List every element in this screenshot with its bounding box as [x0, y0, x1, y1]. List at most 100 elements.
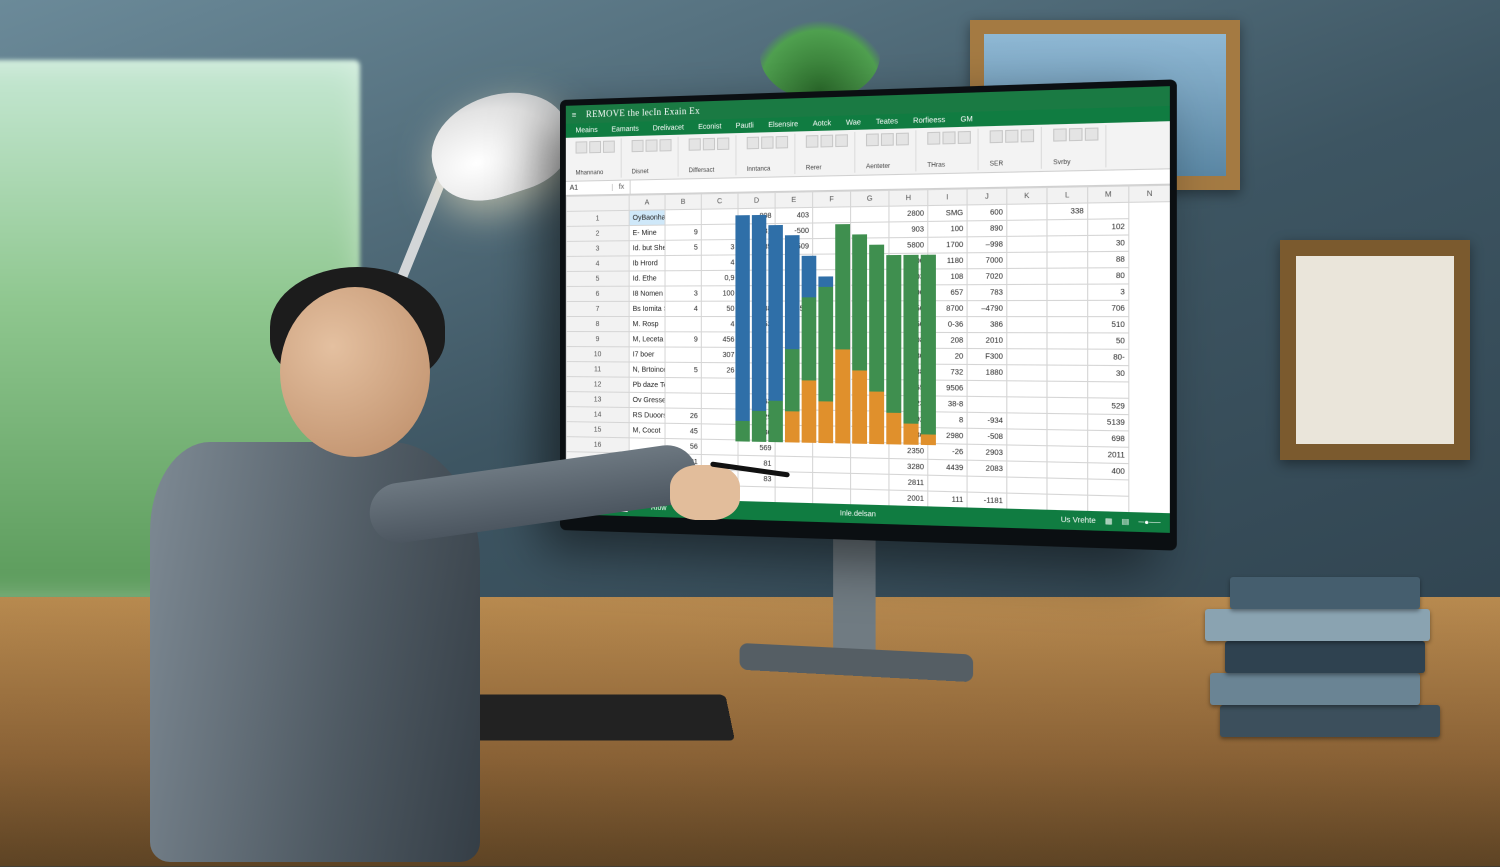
cell[interactable]: [813, 317, 851, 333]
name-box[interactable]: A1: [566, 184, 613, 192]
cell[interactable]: -1181: [967, 492, 1007, 509]
ribbon-button[interactable]: [646, 139, 658, 151]
cell[interactable]: [851, 348, 889, 364]
cell[interactable]: OyBaonhan: [629, 210, 665, 226]
cell[interactable]: [1007, 365, 1047, 381]
ribbon-button[interactable]: [703, 138, 715, 151]
cell[interactable]: 7020: [967, 268, 1007, 284]
cell[interactable]: [1047, 397, 1088, 414]
ribbon-button[interactable]: [1069, 128, 1083, 141]
cell[interactable]: 456: [701, 332, 738, 348]
cell[interactable]: [813, 379, 851, 395]
cell[interactable]: 50: [1088, 333, 1129, 349]
cell[interactable]: [813, 395, 851, 411]
cell[interactable]: [1007, 300, 1047, 316]
cell[interactable]: [1047, 365, 1088, 382]
menu-item-7[interactable]: Wae: [846, 119, 861, 127]
cell[interactable]: 400: [1088, 463, 1129, 480]
ribbon-button[interactable]: [1085, 127, 1099, 140]
cell[interactable]: [813, 270, 851, 286]
cell[interactable]: [1007, 317, 1047, 333]
cell[interactable]: [851, 317, 889, 333]
cell[interactable]: 338: [1047, 203, 1088, 220]
cell[interactable]: [775, 363, 813, 379]
cell[interactable]: 3: [1088, 284, 1129, 300]
cell[interactable]: 7000: [967, 252, 1007, 268]
cell[interactable]: [851, 301, 889, 317]
cell[interactable]: F-509: [775, 239, 813, 255]
col-header[interactable]: M: [1088, 186, 1129, 203]
cell[interactable]: 4: [665, 301, 701, 316]
cell[interactable]: [851, 458, 889, 475]
cell[interactable]: 8: [928, 412, 967, 429]
menu-item-8[interactable]: Teates: [876, 118, 898, 126]
cell[interactable]: [851, 442, 889, 458]
app-menu-icon[interactable]: ≡: [572, 110, 577, 119]
cell[interactable]: 5: [665, 362, 701, 378]
cell[interactable]: [851, 395, 889, 411]
ribbon-button[interactable]: [776, 136, 788, 149]
cell[interactable]: [813, 426, 851, 442]
cell[interactable]: [1007, 268, 1047, 284]
cell[interactable]: 20: [928, 348, 967, 364]
cell[interactable]: 30: [1088, 365, 1129, 382]
cell[interactable]: -26: [928, 443, 967, 460]
cell[interactable]: -F38: [889, 364, 928, 380]
cell[interactable]: 3429: [738, 409, 775, 425]
cell[interactable]: [813, 222, 851, 238]
cell[interactable]: Pb daze Tens: [629, 377, 665, 393]
menu-item-2[interactable]: Drelivacet: [653, 124, 684, 132]
cell[interactable]: 1330: [738, 424, 775, 440]
cell[interactable]: [701, 209, 738, 225]
cell[interactable]: 1850: [889, 301, 928, 317]
cell[interactable]: -500: [775, 223, 813, 239]
cell[interactable]: [1047, 381, 1088, 398]
cell[interactable]: 1880: [889, 427, 928, 444]
cell[interactable]: [701, 439, 738, 455]
cell[interactable]: 386: [967, 317, 1007, 333]
cell[interactable]: [1007, 204, 1047, 221]
cell[interactable]: [1047, 349, 1088, 365]
view-normal-icon[interactable]: ▦: [1105, 517, 1113, 526]
cell[interactable]: 2903: [967, 444, 1007, 461]
cell[interactable]: [775, 270, 813, 286]
cell[interactable]: 1092: [889, 411, 928, 427]
row-header[interactable]: 13: [566, 392, 629, 408]
cell[interactable]: Ov Gresse: [629, 392, 665, 408]
cell[interactable]: Bs Iomita Setfrert: [629, 301, 665, 316]
cell[interactable]: SMG: [928, 205, 967, 221]
cell[interactable]: 783: [967, 285, 1007, 301]
cell[interactable]: 80: [1088, 268, 1129, 285]
cell[interactable]: -508: [967, 428, 1007, 445]
col-header[interactable]: J: [967, 188, 1007, 205]
cell[interactable]: [775, 425, 813, 441]
cell[interactable]: RS Duoorse: [629, 407, 665, 423]
cell[interactable]: 38-8: [928, 396, 967, 412]
col-header[interactable]: F: [813, 191, 851, 207]
row-header[interactable]: 12: [566, 377, 629, 393]
cell[interactable]: [665, 317, 701, 332]
cell[interactable]: [775, 410, 813, 426]
cell[interactable]: 808: [738, 208, 775, 224]
cell[interactable]: 1-53: [738, 317, 775, 333]
cell[interactable]: [813, 238, 851, 254]
cell[interactable]: 657: [928, 285, 967, 301]
cell[interactable]: 9506: [928, 380, 967, 396]
cell[interactable]: [1047, 462, 1088, 479]
cell[interactable]: [738, 286, 775, 302]
cell[interactable]: [851, 285, 889, 301]
cell[interactable]: [1047, 219, 1088, 236]
cell[interactable]: 1-85: [738, 239, 775, 255]
cell[interactable]: [775, 394, 813, 410]
cell[interactable]: [665, 209, 701, 225]
row-header[interactable]: 14: [566, 407, 629, 423]
cell[interactable]: [1007, 381, 1047, 398]
cell[interactable]: 9: [665, 332, 701, 347]
cell[interactable]: 3380: [889, 348, 928, 364]
cell[interactable]: 8181: [738, 224, 775, 240]
ribbon-button[interactable]: [717, 137, 729, 150]
cell[interactable]: [1007, 493, 1047, 510]
col-header[interactable]: G: [851, 190, 889, 206]
ribbon-button[interactable]: [761, 136, 773, 149]
cell[interactable]: [738, 378, 775, 394]
